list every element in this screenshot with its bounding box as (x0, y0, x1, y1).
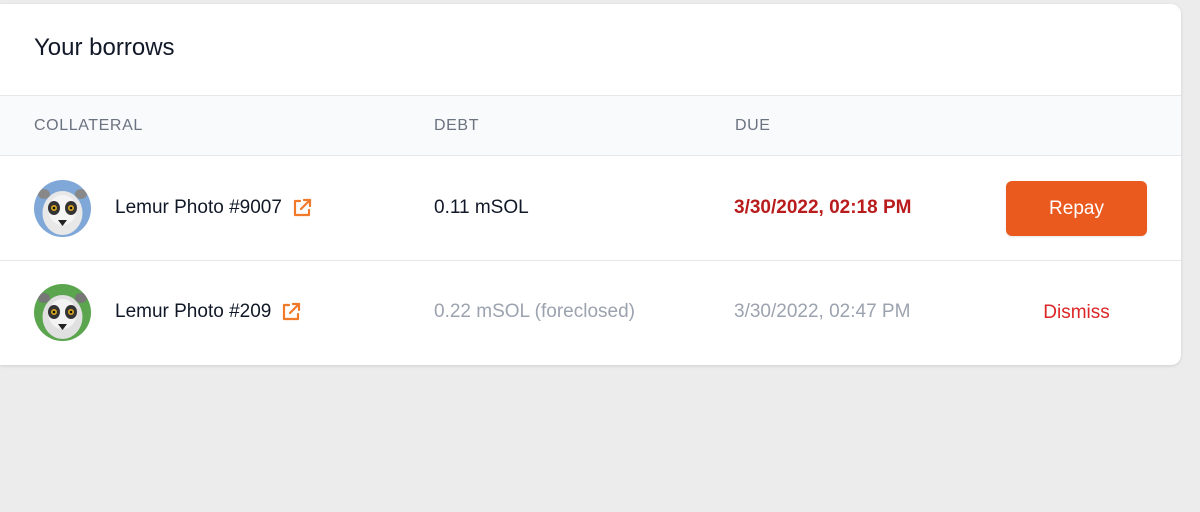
borrows-card: Your borrows COLLATERAL DEBT DUE Lemur P… (0, 4, 1181, 365)
card-header: Your borrows (0, 4, 1181, 96)
table-header: COLLATERAL DEBT DUE (0, 96, 1181, 156)
card-title: Your borrows (34, 34, 175, 61)
due-date: 3/30/2022, 02:47 PM (734, 301, 911, 322)
collateral-name: Lemur Photo #9007 (115, 193, 313, 223)
table-row: Lemur Photo #9007 0.11 mSOL 3/30/2022, 0… (0, 156, 1181, 260)
repay-button[interactable]: Repay (1006, 181, 1147, 236)
external-link-icon[interactable] (280, 301, 302, 323)
collateral-name-text: Lemur Photo #9007 (115, 197, 282, 218)
nft-avatar (34, 180, 91, 237)
column-header-debt: DEBT (434, 117, 480, 134)
debt-amount: 0.22 mSOL (foreclosed) (434, 301, 635, 322)
debt-amount: 0.11 mSOL (434, 197, 529, 218)
collateral-name: Lemur Photo #209 (115, 297, 302, 327)
due-date: 3/30/2022, 02:18 PM (734, 197, 912, 218)
lemur-avatar-image (34, 284, 91, 341)
nft-avatar (34, 284, 91, 341)
dismiss-button[interactable]: Dismiss (1006, 298, 1147, 328)
external-link-icon[interactable] (291, 197, 313, 219)
table-row: Lemur Photo #209 0.22 mSOL (foreclosed) … (0, 260, 1181, 365)
lemur-avatar-image (34, 180, 91, 237)
collateral-name-text: Lemur Photo #209 (115, 301, 272, 322)
column-header-due: DUE (735, 117, 771, 134)
column-header-collateral: COLLATERAL (34, 117, 143, 134)
